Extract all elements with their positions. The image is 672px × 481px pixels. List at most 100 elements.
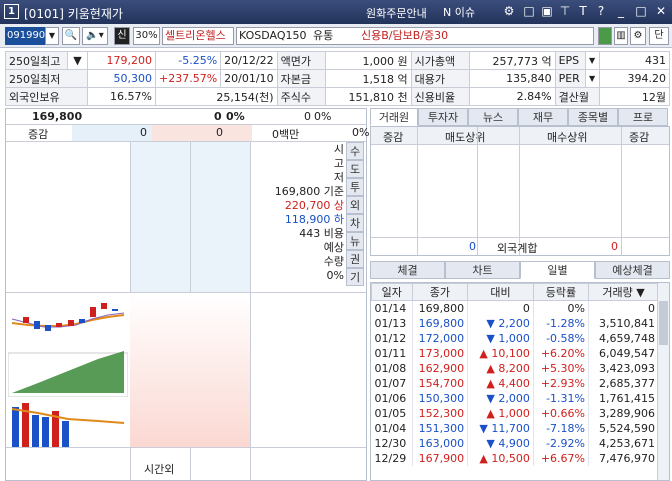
- row-change: ▲ 10,500: [467, 450, 534, 466]
- maximize-icon[interactable]: □: [634, 4, 648, 18]
- upper-limit: 220,700 상: [284, 199, 344, 212]
- close-icon[interactable]: ✕: [654, 4, 668, 18]
- row-volume: 4,253,671: [588, 435, 659, 451]
- row-close: 163,000: [412, 435, 469, 451]
- tab-daily[interactable]: 일별: [520, 261, 595, 279]
- row-pct: -1.31%: [533, 390, 590, 406]
- change-c1: 0: [140, 126, 147, 139]
- row-date: 01/14: [371, 300, 413, 316]
- scrollbar[interactable]: [657, 283, 669, 480]
- market-info-box: KOSDAQ150 유통 신용B/담보B/증30: [236, 27, 594, 45]
- daily-row[interactable]: 01/13 169,800 ▼ 2,200 -1.28% 3,510,841: [371, 315, 659, 331]
- row-change: ▼ 2,000: [467, 390, 534, 406]
- tab-news[interactable]: 뉴스: [468, 108, 518, 126]
- search-icon[interactable]: 🔍: [62, 27, 80, 45]
- daily-row[interactable]: 01/12 172,000 ▼ 1,000 -0.58% 4,659,748: [371, 330, 659, 346]
- tab-trades[interactable]: 체결: [370, 261, 445, 279]
- tab-by-stock[interactable]: 종목별: [568, 108, 618, 126]
- foreign-total-label: 외국계합: [497, 242, 538, 255]
- vtab-news[interactable]: 뉴: [346, 232, 364, 250]
- change-c4: 0%: [352, 126, 370, 139]
- row-volume: 2,685,377: [588, 375, 659, 391]
- row-date: 01/04: [371, 420, 413, 436]
- divider: [621, 127, 622, 255]
- row-volume: 7,476,970: [588, 450, 659, 466]
- help-question-icon[interactable]: ?: [594, 4, 608, 18]
- candle: [112, 309, 118, 311]
- stock-code-input[interactable]: 091990: [5, 27, 45, 45]
- row-close: 169,800: [412, 300, 469, 316]
- row-volume: 3,510,841: [588, 315, 659, 331]
- minimize-icon[interactable]: _: [614, 4, 628, 18]
- window-icon[interactable]: □: [522, 4, 536, 18]
- daily-row[interactable]: 01/14 169,800 0 0% 0: [371, 300, 659, 316]
- vtab-etc[interactable]: 기: [346, 268, 364, 286]
- vtab-chart[interactable]: 차: [346, 214, 364, 232]
- tab-program[interactable]: 프로: [618, 108, 668, 126]
- change-arrow-icon: ▼: [486, 316, 495, 330]
- issue-link[interactable]: N 이슈: [443, 4, 475, 20]
- gear-icon[interactable]: ⚙: [630, 27, 646, 45]
- dropdown-icon[interactable]: ▼: [67, 51, 88, 70]
- tab-broker[interactable]: 거래원: [370, 108, 418, 126]
- row-close: 169,800: [412, 315, 469, 331]
- broker-header: 증감 매도상위 매수상위 증감: [371, 127, 669, 145]
- green-icon[interactable]: [598, 27, 612, 45]
- market-label: KOSDAQ150: [239, 29, 307, 42]
- divider: [250, 142, 251, 480]
- title-bar: 1 [0101] 키움현재가 원화주문안내 N 이슈 ⚙ □ ▣ ⊤ T ? _…: [0, 0, 672, 24]
- daily-row[interactable]: 01/06 150,300 ▼ 2,000 -1.31% 1,761,415: [371, 390, 659, 406]
- sort-dropdown-icon[interactable]: ▼: [636, 286, 644, 299]
- pin-icon[interactable]: ⊤: [558, 4, 572, 18]
- ratio-value: 443 비용: [299, 227, 344, 240]
- tile-icon[interactable]: ▣: [540, 4, 554, 18]
- daily-row[interactable]: 01/11 173,000 ▲ 10,100 +6.20% 6,049,547: [371, 345, 659, 361]
- vtab-rights[interactable]: 권: [346, 250, 364, 268]
- daily-row[interactable]: 01/04 151,300 ▼ 11,700 -7.18% 5,524,590: [371, 420, 659, 436]
- vertical-tabs: 수 도 투 외 차 뉴 권 기: [346, 142, 364, 286]
- candle: [56, 323, 62, 327]
- tab-expected[interactable]: 예상체결: [595, 261, 670, 279]
- row-date: 01/07: [371, 375, 413, 391]
- code-dropdown-arrow[interactable]: ▼: [45, 27, 59, 45]
- layout-icon[interactable]: ▥: [614, 27, 628, 45]
- row-change-value: 4,400: [498, 376, 530, 390]
- vtab-do[interactable]: 도: [346, 160, 364, 178]
- marketcap-value: 257,773 억: [468, 51, 556, 70]
- scrollbar-thumb[interactable]: [659, 301, 668, 345]
- row-change-value: 0: [522, 301, 530, 315]
- daily-row[interactable]: 01/07 154,700 ▲ 4,400 +2.93% 2,685,377: [371, 375, 659, 391]
- base-price: 169,800 기준: [274, 185, 344, 198]
- mini-volume-chart: [8, 397, 128, 447]
- help-icon[interactable]: T: [576, 4, 590, 18]
- settings-icon[interactable]: ⚙: [502, 4, 516, 18]
- price-pct: 0%: [226, 110, 245, 123]
- daily-row[interactable]: 12/30 163,000 ▼ 4,900 -2.92% 4,253,671: [371, 435, 659, 451]
- tab-investor[interactable]: 투자자: [418, 108, 468, 126]
- per-dropdown-icon[interactable]: ▼: [584, 69, 600, 88]
- daily-row[interactable]: 12/29 167,900 ▲ 10,500 +6.67% 7,476,970: [371, 450, 659, 466]
- eps-dropdown-icon[interactable]: ▼: [584, 51, 600, 70]
- expected-qty-label: 수량: [323, 255, 344, 268]
- tab-finance[interactable]: 재무: [518, 108, 568, 126]
- speaker-icon[interactable]: 🔈▾: [82, 27, 108, 45]
- row-change-value: 10,100: [491, 346, 530, 360]
- daily-row[interactable]: 01/08 162,900 ▲ 8,200 +5.30% 3,423,093: [371, 360, 659, 376]
- vtab-sell[interactable]: 수: [346, 142, 364, 160]
- volume-bar: [62, 421, 69, 447]
- tab-chart[interactable]: 차트: [445, 261, 520, 279]
- vtab-invest[interactable]: 투: [346, 178, 364, 196]
- daily-row[interactable]: 01/05 152,300 ▲ 1,000 +0.66% 3,289,906: [371, 405, 659, 421]
- new-badge: 신: [114, 27, 130, 45]
- per-label: PER: [554, 69, 586, 88]
- won-order-guide-link[interactable]: 원화주문안내: [366, 5, 427, 21]
- vtab-foreign[interactable]: 외: [346, 196, 364, 214]
- row-close: 173,000: [412, 345, 469, 361]
- high-label: 고: [333, 157, 344, 170]
- high-250-pct: -5.25%: [154, 51, 222, 70]
- row-close: 172,000: [412, 330, 469, 346]
- candle: [79, 319, 85, 323]
- single-button[interactable]: 단: [649, 27, 669, 45]
- per-value: 394.20: [598, 69, 671, 88]
- eps-label: EPS: [554, 51, 586, 70]
